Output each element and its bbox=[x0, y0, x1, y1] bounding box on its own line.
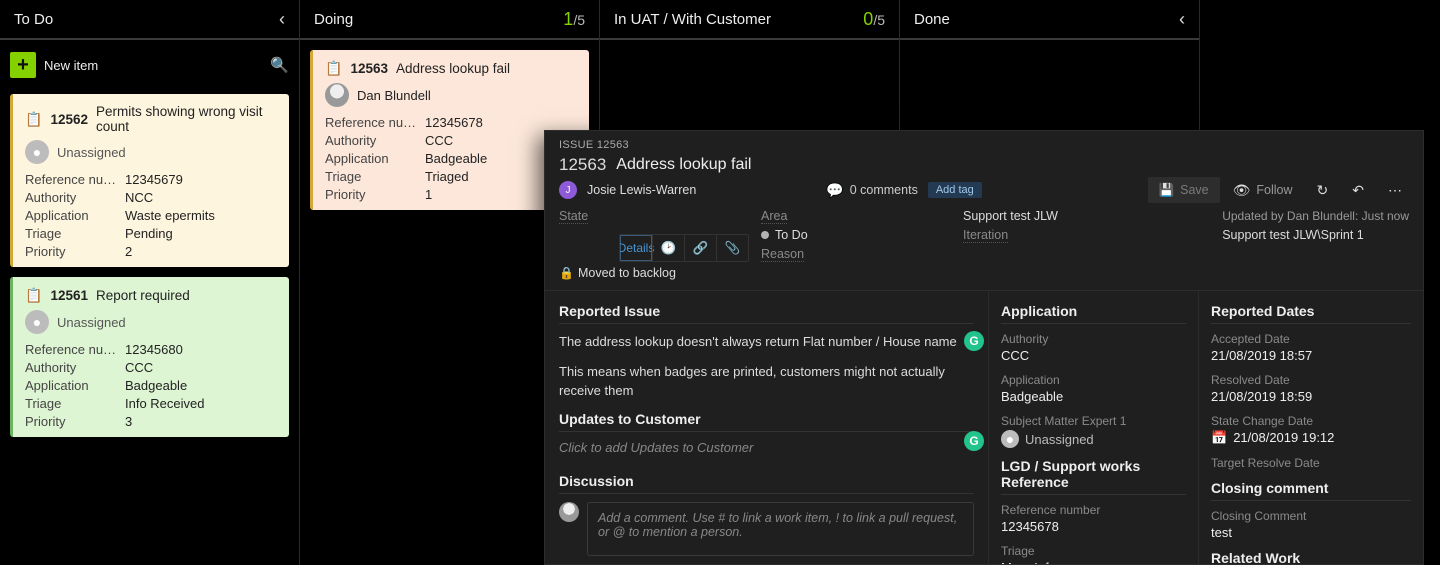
grammarly-icon[interactable]: G bbox=[964, 431, 984, 451]
workitem-icon: 📋 bbox=[325, 60, 342, 77]
reference-value[interactable]: 12345678 bbox=[1001, 519, 1186, 534]
application-heading: Application bbox=[1001, 303, 1186, 324]
area-value[interactable]: Support test JLW bbox=[963, 209, 1210, 224]
follow-button[interactable]: 👁Follow bbox=[1222, 177, 1304, 203]
column-title: In UAT / With Customer bbox=[614, 11, 771, 28]
comment-icon: 💬 bbox=[826, 182, 843, 199]
updates-heading: Updates to Customer bbox=[559, 411, 974, 432]
dates-heading: Reported Dates bbox=[1211, 303, 1411, 324]
chevron-left-icon[interactable]: ‹ bbox=[1179, 9, 1185, 30]
lock-icon: 🔒 bbox=[559, 266, 574, 280]
detail-center-pane: G G Reported Issue The address lookup do… bbox=[545, 291, 988, 564]
card-title-text: Address lookup fail bbox=[396, 61, 510, 76]
comments-button[interactable]: 💬 0 comments bbox=[826, 182, 918, 199]
detail-toolbar: 💾Save 👁Follow ↻ ↶ ⋯ bbox=[1148, 177, 1413, 203]
column-header-done: Done ‹ bbox=[900, 0, 1199, 40]
updates-placeholder[interactable]: Click to add Updates to Customer bbox=[559, 440, 974, 455]
avatar-unassigned-icon: ● bbox=[25, 140, 49, 164]
tab-attachments[interactable]: 📎 bbox=[716, 235, 748, 261]
closing-comment-value[interactable]: test bbox=[1211, 525, 1411, 540]
card-12562[interactable]: 📋 12562 Permits showing wrong visit coun… bbox=[10, 94, 289, 267]
accepted-date-value[interactable]: 21/08/2019 18:57 bbox=[1211, 348, 1411, 363]
updated-by-text: Updated by Dan Blundell: Just now bbox=[1222, 209, 1409, 224]
save-icon: 💾 bbox=[1159, 183, 1175, 198]
reported-issue-heading: Reported Issue bbox=[559, 303, 974, 324]
column-title: Done bbox=[914, 11, 950, 28]
related-work-heading: Related Work bbox=[1211, 550, 1411, 564]
detail-side-application: Application AuthorityCCC ApplicationBadg… bbox=[988, 291, 1198, 564]
column-header-doing: Doing 1/5 bbox=[300, 0, 599, 40]
card-id: 12562 bbox=[50, 112, 88, 127]
detail-tab-bar: Details 🕑 🔗 📎 bbox=[619, 234, 749, 262]
card-id: 12563 bbox=[350, 61, 388, 76]
card-fields: Reference nu…12345679 AuthorityNCC Appli… bbox=[25, 172, 277, 259]
triage-value[interactable]: More Info bbox=[1001, 560, 1186, 564]
card-12561[interactable]: 📋 12561 Report required ● Unassigned Ref… bbox=[10, 277, 289, 437]
card-title-text: Permits showing wrong visit count bbox=[96, 104, 277, 134]
sme-value[interactable]: ● Unassigned bbox=[1001, 430, 1186, 448]
attachment-icon: 📎 bbox=[725, 241, 741, 256]
workitem-icon: 📋 bbox=[25, 287, 42, 304]
detail-side-dates: Reported Dates Accepted Date21/08/2019 1… bbox=[1198, 291, 1423, 564]
assignee-label: Unassigned bbox=[57, 315, 126, 330]
wip-count: 1/5 bbox=[563, 9, 585, 30]
chevron-left-icon[interactable]: ‹ bbox=[279, 9, 285, 30]
authority-value[interactable]: CCC bbox=[1001, 348, 1186, 363]
history-icon: 🕑 bbox=[661, 241, 677, 256]
application-value[interactable]: Badgeable bbox=[1001, 389, 1186, 404]
card-title-text: Report required bbox=[96, 288, 190, 303]
tab-links[interactable]: 🔗 bbox=[684, 235, 716, 261]
column-todo: To Do ‹ + New item 🔍 📋 12562 Permits sho… bbox=[0, 0, 300, 565]
more-button[interactable]: ⋯ bbox=[1377, 177, 1413, 203]
tab-history[interactable]: 🕑 bbox=[652, 235, 684, 261]
closing-heading: Closing comment bbox=[1211, 480, 1411, 501]
avatar bbox=[559, 502, 579, 522]
workitem-icon: 📋 bbox=[25, 111, 42, 128]
assignee-label: Dan Blundell bbox=[357, 88, 431, 103]
refresh-icon: ↻ bbox=[1317, 182, 1329, 199]
add-tag-button[interactable]: Add tag bbox=[928, 182, 982, 198]
grammarly-icon[interactable]: G bbox=[964, 331, 984, 351]
save-button[interactable]: 💾Save bbox=[1148, 177, 1220, 203]
more-icon: ⋯ bbox=[1388, 182, 1402, 199]
detail-id: 12563 bbox=[559, 155, 606, 175]
column-title: To Do bbox=[14, 11, 53, 28]
card-id: 12561 bbox=[50, 288, 88, 303]
column-header-todo: To Do ‹ bbox=[0, 0, 299, 40]
undo-button[interactable]: ↶ bbox=[1341, 177, 1375, 203]
state-change-date-value[interactable]: 📅21/08/2019 19:12 bbox=[1211, 430, 1411, 446]
avatar-unassigned-icon: ● bbox=[1001, 430, 1019, 448]
discussion-heading: Discussion bbox=[559, 473, 974, 494]
undo-icon: ↶ bbox=[1352, 182, 1364, 199]
reason-value[interactable]: 🔒Moved to backlog bbox=[559, 266, 749, 280]
avatar bbox=[325, 83, 349, 107]
column-title: Doing bbox=[314, 11, 353, 28]
reported-issue-text[interactable]: The address lookup doesn't always return… bbox=[559, 332, 974, 352]
reported-issue-text[interactable]: This means when badges are printed, cust… bbox=[559, 362, 974, 401]
avatar: J bbox=[559, 181, 577, 199]
assignee-label: Unassigned bbox=[57, 145, 126, 160]
state-dot-icon bbox=[761, 231, 769, 239]
link-icon: 🔗 bbox=[693, 241, 709, 256]
search-icon[interactable]: 🔍 bbox=[270, 56, 289, 74]
new-item-label: New item bbox=[44, 58, 98, 73]
eye-icon: 👁 bbox=[1233, 182, 1251, 199]
avatar-unassigned-icon: ● bbox=[25, 310, 49, 334]
calendar-icon: 📅 bbox=[1211, 430, 1227, 445]
tab-details[interactable]: Details bbox=[620, 235, 652, 261]
workitem-detail-panel: ISSUE 12563 12563 Address lookup fail J … bbox=[544, 130, 1424, 565]
new-item-row[interactable]: + New item 🔍 bbox=[10, 50, 289, 84]
comment-input[interactable]: Add a comment. Use # to link a work item… bbox=[587, 502, 974, 556]
add-icon[interactable]: + bbox=[10, 52, 36, 78]
refresh-button[interactable]: ↻ bbox=[1306, 177, 1340, 203]
state-value[interactable]: To Do bbox=[761, 228, 951, 243]
resolved-date-value[interactable]: 21/08/2019 18:59 bbox=[1211, 389, 1411, 404]
iteration-value[interactable]: Support test JLW\Sprint 1 bbox=[1222, 228, 1409, 243]
detail-assignee[interactable]: Josie Lewis-Warren bbox=[587, 183, 696, 197]
wip-count: 0/5 bbox=[863, 9, 885, 30]
detail-title[interactable]: Address lookup fail bbox=[616, 156, 751, 174]
breadcrumb: ISSUE 12563 bbox=[559, 139, 1409, 151]
reference-heading: LGD / Support works Reference bbox=[1001, 458, 1186, 495]
column-header-uat: In UAT / With Customer 0/5 bbox=[600, 0, 899, 40]
